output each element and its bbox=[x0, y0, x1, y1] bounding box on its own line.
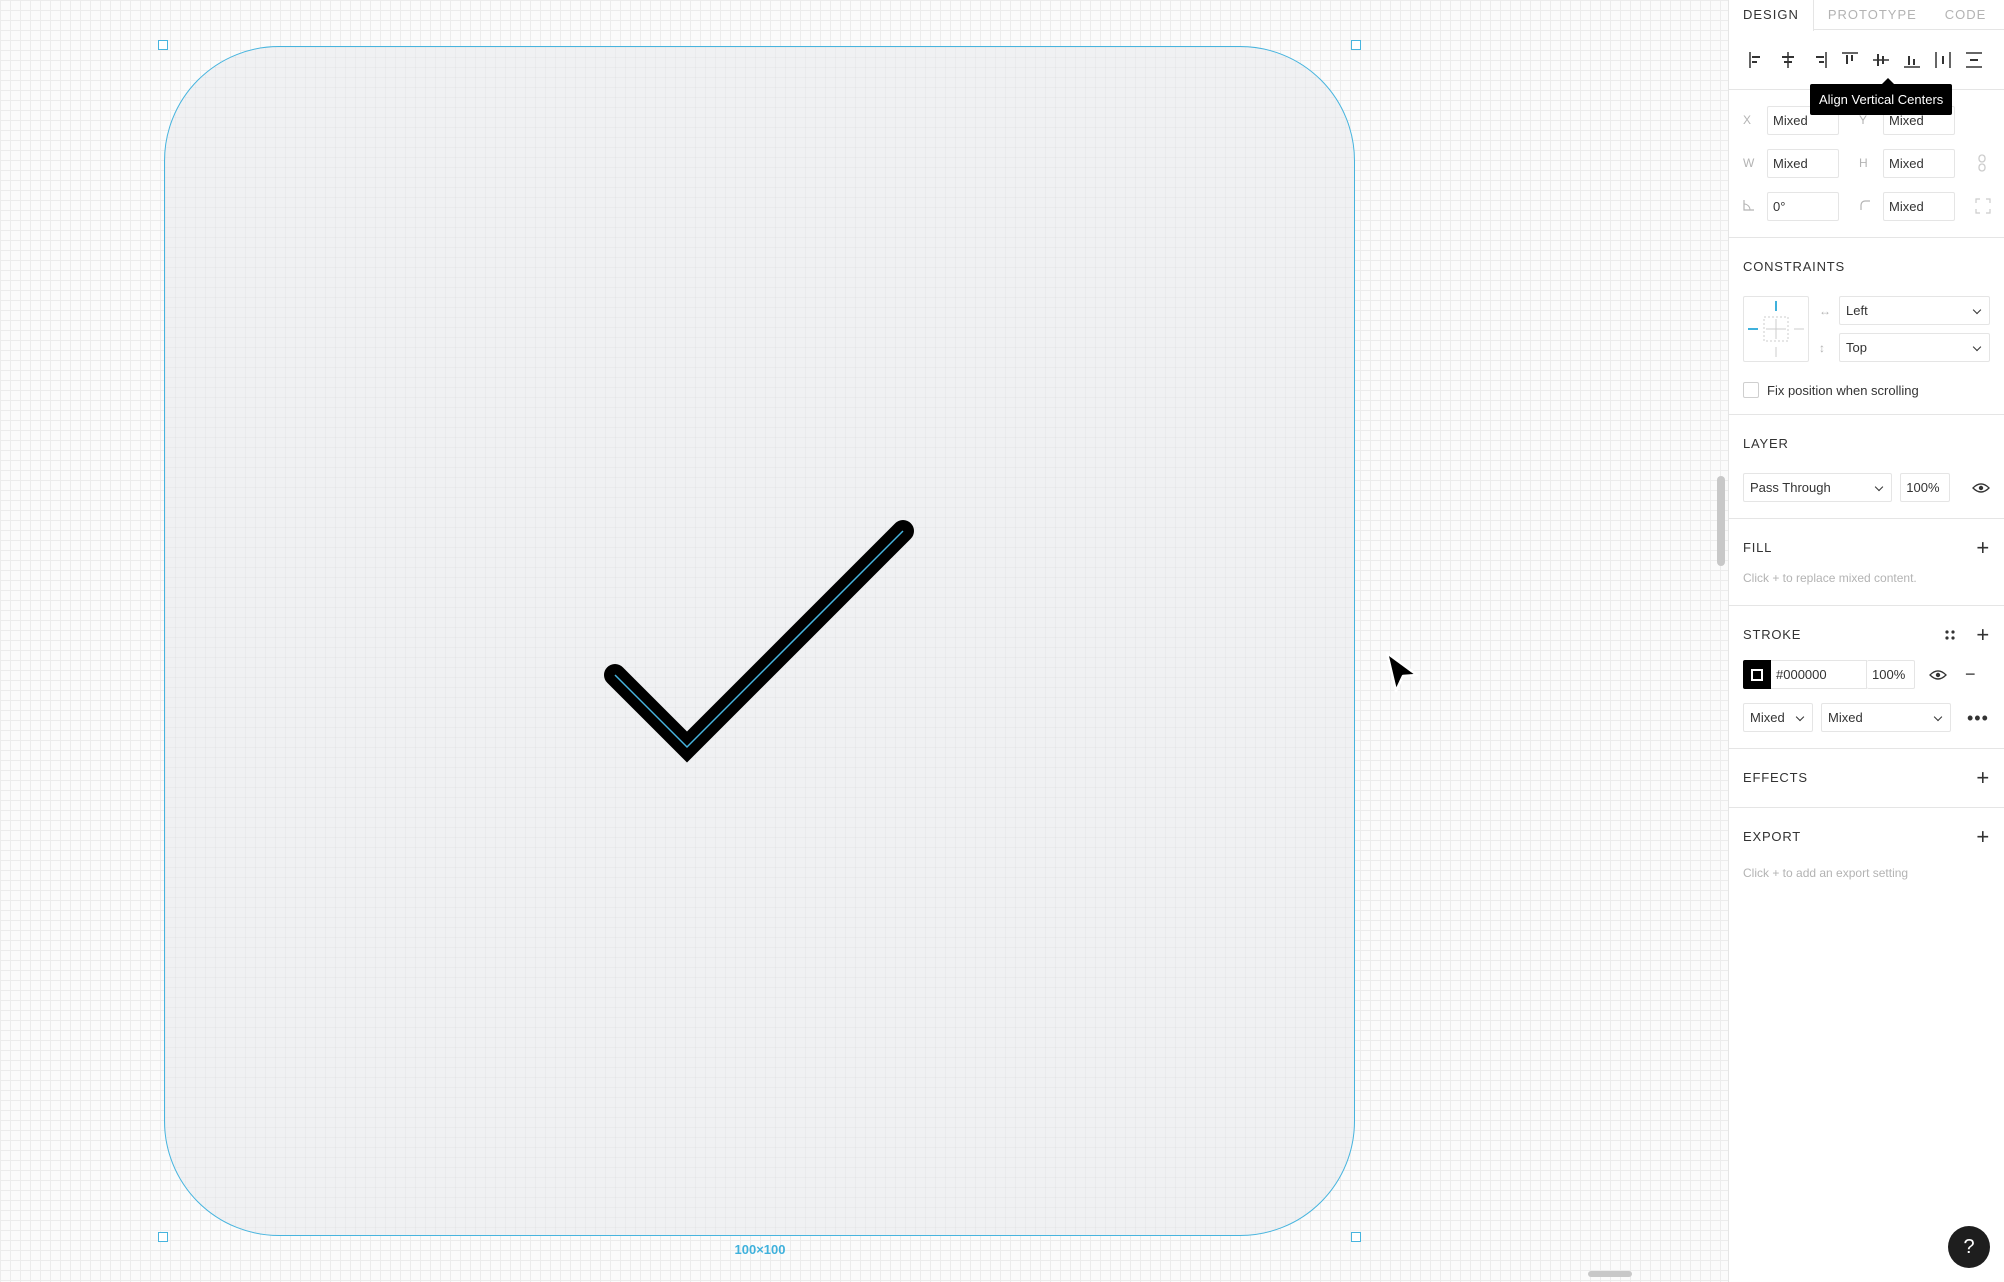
stroke-title: STROKE bbox=[1743, 627, 1802, 642]
horizontal-constraint-select[interactable]: Left bbox=[1839, 296, 1990, 325]
layer-section: LAYER Pass Through 100% bbox=[1729, 415, 2004, 519]
help-button[interactable]: ? bbox=[1948, 1226, 1990, 1268]
vertical-constraint-icon: ↕ bbox=[1819, 340, 1825, 355]
stroke-opacity-field[interactable]: 100% bbox=[1867, 660, 1915, 689]
tab-prototype[interactable]: PROTOTYPE bbox=[1814, 0, 1931, 29]
constraints-section: CONSTRAINTS ↔ Left ↕ Top Fix position wh… bbox=[1729, 238, 2004, 415]
w-label: W bbox=[1743, 156, 1755, 170]
export-section: EXPORT + Click + to add an export setting bbox=[1729, 808, 2004, 900]
checkmark-vector[interactable] bbox=[0, 0, 1728, 1282]
constraints-widget[interactable] bbox=[1743, 296, 1809, 362]
constrain-proportions-icon[interactable] bbox=[1975, 154, 1989, 172]
y-label: Y bbox=[1859, 113, 1868, 127]
properties-panel: DESIGN PROTOTYPE CODE X Mixed Y Mixed W … bbox=[1728, 0, 2004, 1282]
effects-title: EFFECTS bbox=[1743, 770, 1808, 785]
fill-hint: Click + to replace mixed content. bbox=[1743, 571, 1917, 585]
horizontal-constraint-icon: ↔ bbox=[1819, 303, 1831, 318]
add-effect-plus-icon[interactable]: + bbox=[1976, 767, 1990, 789]
more-options-icon[interactable]: ••• bbox=[1967, 709, 1989, 727]
align-bottom-icon[interactable] bbox=[1898, 47, 1925, 73]
export-hint: Click + to add an export setting bbox=[1743, 866, 1909, 880]
fill-title: FILL bbox=[1743, 540, 1773, 555]
eye-icon[interactable] bbox=[1972, 482, 1990, 494]
align-top-icon[interactable] bbox=[1836, 47, 1863, 73]
align-right-icon[interactable] bbox=[1805, 47, 1832, 73]
mouse-cursor-icon bbox=[1385, 651, 1419, 693]
layer-title: LAYER bbox=[1743, 436, 1789, 451]
distribute-vertical-icon[interactable] bbox=[1960, 47, 1987, 73]
vertical-scrollbar[interactable] bbox=[1717, 476, 1725, 566]
frame-size-label: 100×100 bbox=[734, 1242, 786, 1257]
rotation-field[interactable]: 0° bbox=[1767, 191, 1839, 221]
add-stroke-plus-icon[interactable]: + bbox=[1976, 624, 1990, 646]
tab-design[interactable]: DESIGN bbox=[1729, 0, 1814, 31]
distribute-horizontal-icon[interactable] bbox=[1929, 47, 1956, 73]
align-horizontal-centers-icon[interactable] bbox=[1774, 47, 1801, 73]
align-left-icon[interactable] bbox=[1743, 47, 1770, 73]
corner-radius-field[interactable]: Mixed bbox=[1883, 191, 1955, 221]
constraints-title: CONSTRAINTS bbox=[1743, 259, 1845, 274]
corner-radius-icon bbox=[1859, 199, 1871, 214]
layer-opacity-field[interactable]: 100% bbox=[1900, 473, 1951, 502]
stroke-section: STROKE + #000000 100% − Mixed Mixed ••• bbox=[1729, 606, 2004, 749]
tab-code[interactable]: CODE bbox=[1931, 0, 2001, 29]
fix-position-checkbox[interactable] bbox=[1743, 382, 1759, 398]
stroke-color-swatch[interactable] bbox=[1743, 660, 1771, 689]
fix-position-label: Fix position when scrolling bbox=[1767, 382, 1919, 398]
x-label: X bbox=[1743, 113, 1752, 127]
add-fill-plus-icon[interactable]: + bbox=[1976, 537, 1990, 559]
blend-mode-select[interactable]: Pass Through bbox=[1743, 473, 1893, 502]
rotation-icon bbox=[1743, 199, 1767, 214]
align-vertical-centers-icon[interactable] bbox=[1867, 46, 1894, 73]
remove-stroke-minus-icon[interactable]: − bbox=[1965, 664, 1976, 685]
horizontal-scrollbar[interactable] bbox=[1588, 1271, 1632, 1277]
width-field[interactable]: Mixed bbox=[1767, 148, 1839, 178]
alignment-toolbar bbox=[1729, 30, 2004, 90]
independent-corners-icon[interactable] bbox=[1975, 198, 1991, 214]
canvas[interactable]: 100×100 bbox=[0, 0, 1728, 1282]
effects-section: EFFECTS + bbox=[1729, 749, 2004, 808]
stroke-style-select[interactable]: Mixed bbox=[1821, 703, 1951, 732]
stroke-weight-select[interactable]: Mixed bbox=[1743, 703, 1813, 732]
tooltip: Align Vertical Centers bbox=[1810, 78, 1953, 115]
stroke-settings-icon[interactable] bbox=[1944, 629, 1956, 641]
height-field[interactable]: Mixed bbox=[1883, 148, 1955, 178]
vertical-constraint-select[interactable]: Top bbox=[1839, 333, 1990, 362]
add-export-plus-icon[interactable]: + bbox=[1976, 826, 1990, 848]
stroke-eye-icon[interactable] bbox=[1929, 669, 1947, 681]
export-title: EXPORT bbox=[1743, 829, 1802, 844]
stroke-color-field[interactable]: #000000 bbox=[1771, 660, 1867, 689]
panel-tabs: DESIGN PROTOTYPE CODE bbox=[1729, 0, 2004, 31]
h-label: H bbox=[1859, 156, 1868, 170]
fill-section: FILL + Click + to replace mixed content. bbox=[1729, 519, 2004, 606]
